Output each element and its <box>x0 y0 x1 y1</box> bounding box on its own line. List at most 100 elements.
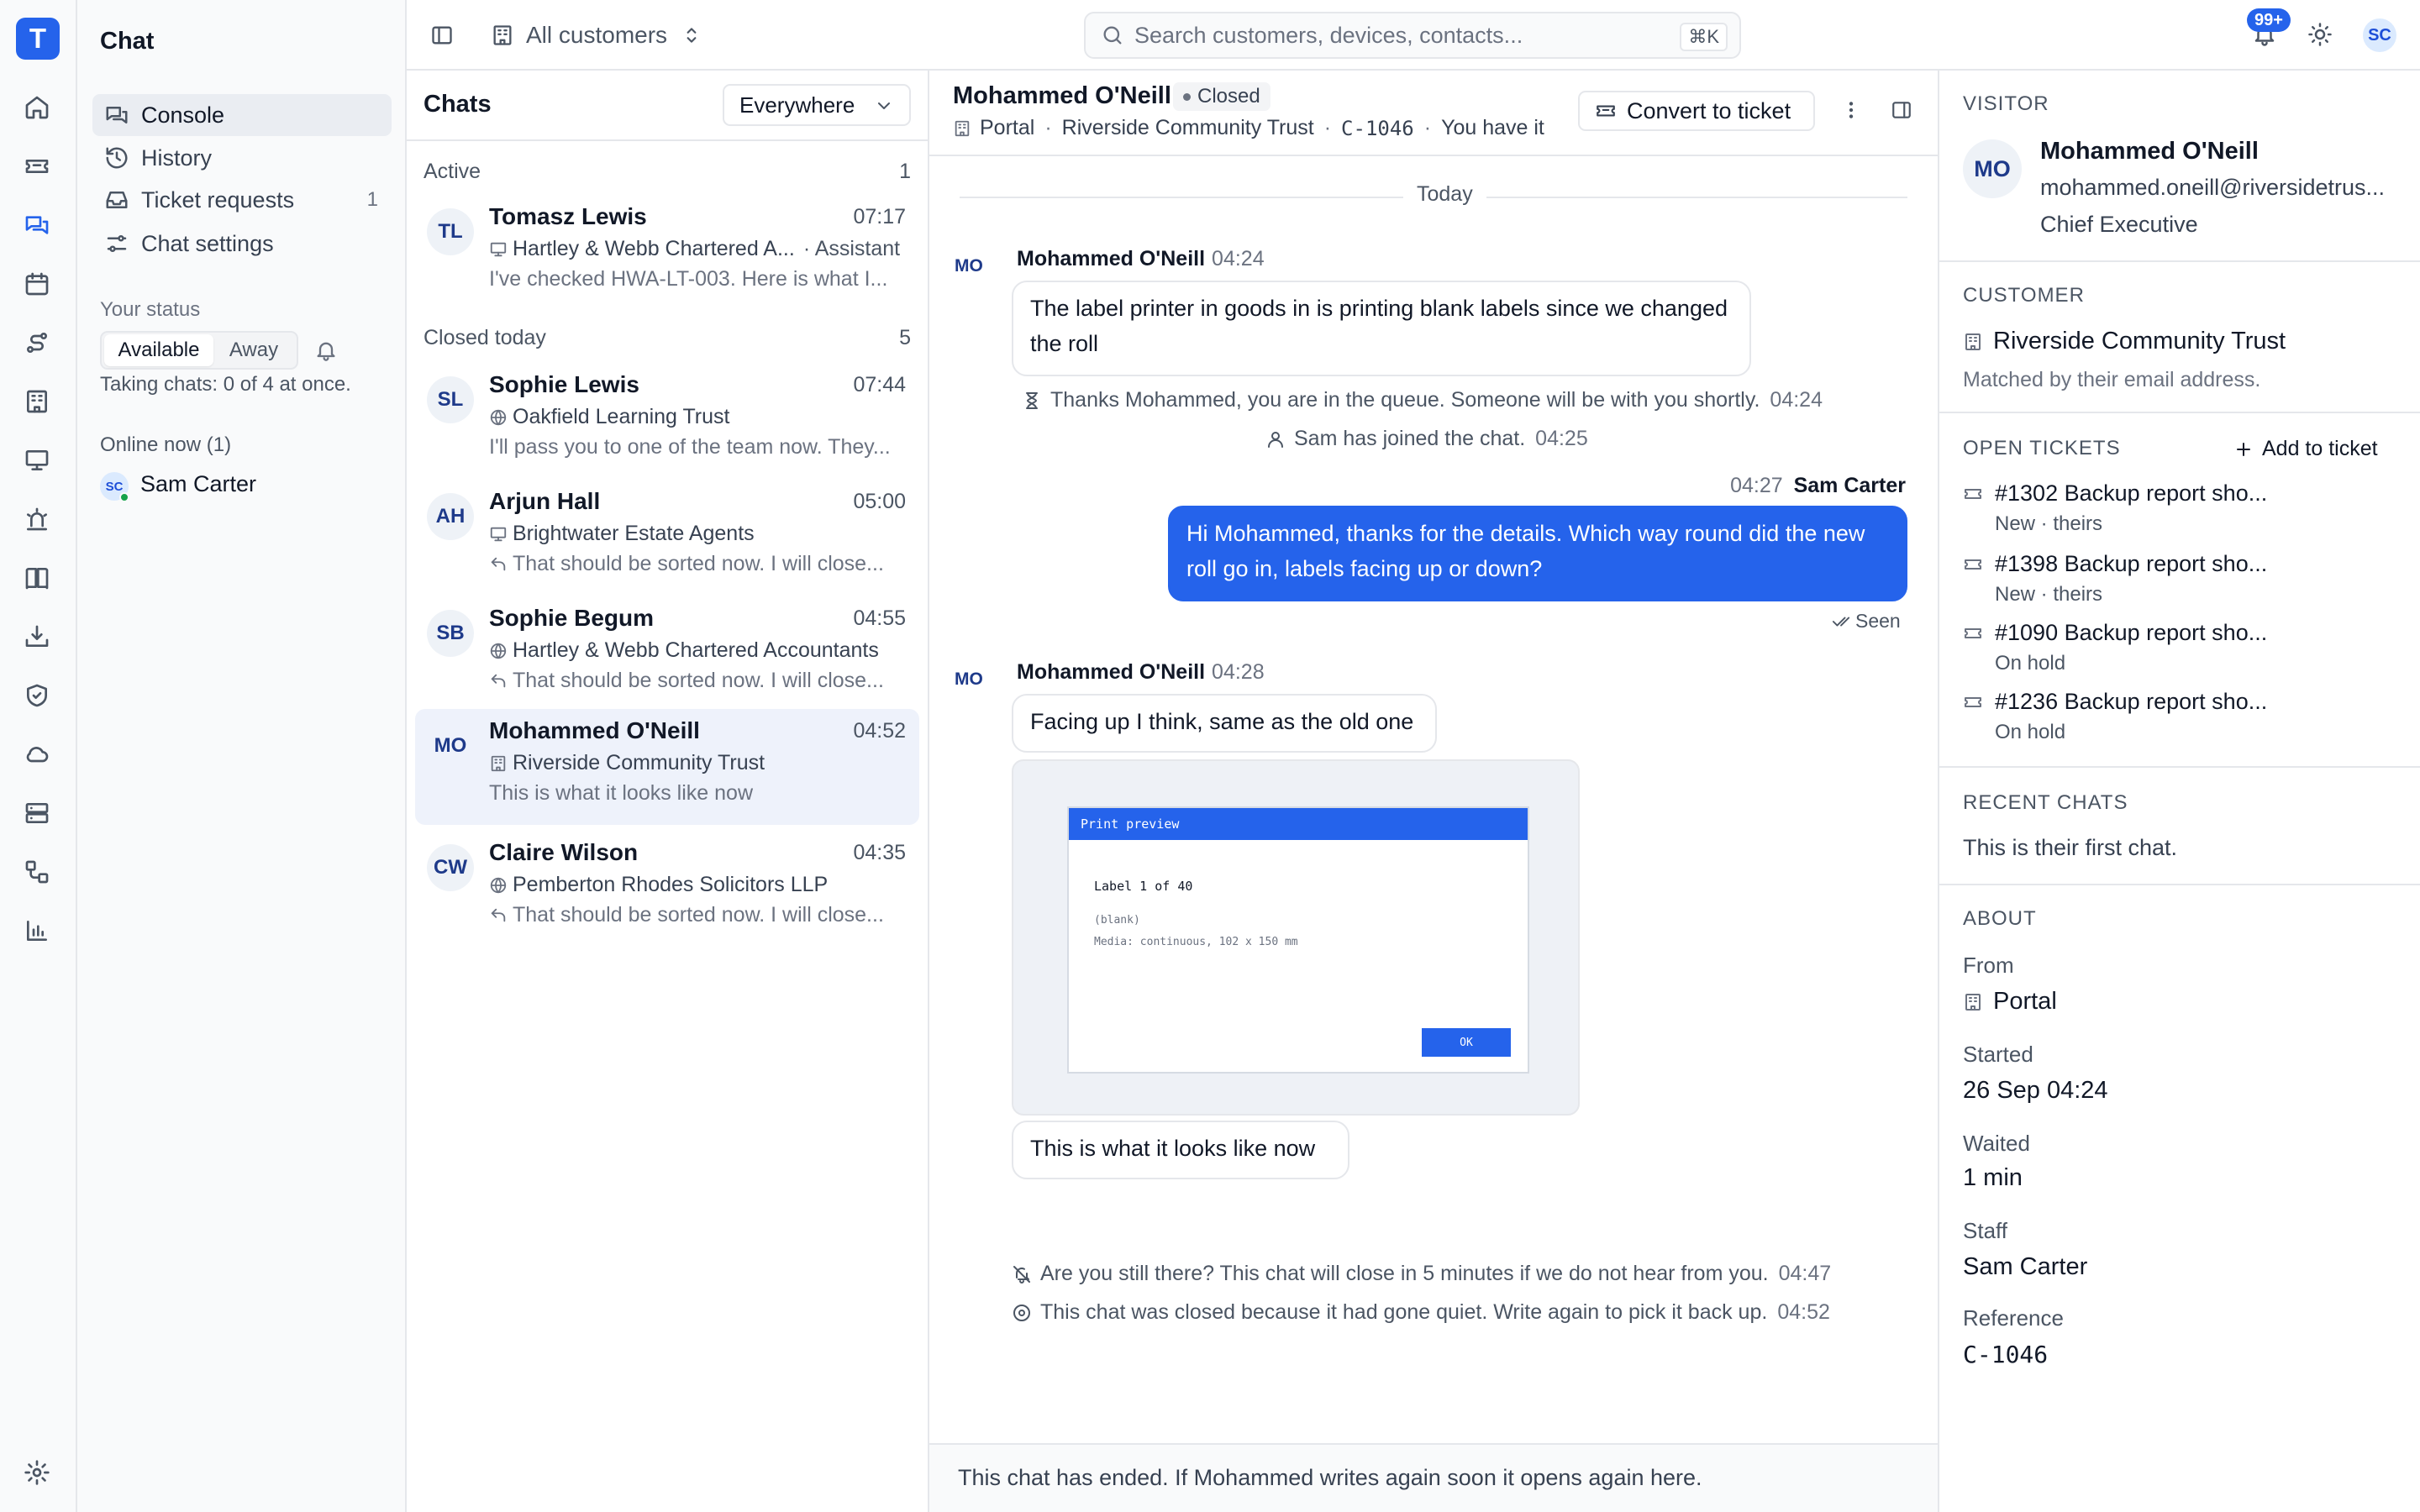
alert-siren-icon[interactable] <box>22 504 52 534</box>
visitor-name: Mohammed O'Neill <box>2040 138 2259 165</box>
chat-item-org-name: Riverside Community Trust <box>513 751 765 774</box>
download-tray-icon[interactable] <box>22 622 52 652</box>
preview-ok-button: OK <box>1422 1028 1511 1057</box>
system-time: 04:47 <box>1778 1262 1832 1285</box>
workflow-icon[interactable] <box>22 857 52 887</box>
customer-name[interactable]: Riverside Community Trust <box>1963 328 2286 355</box>
panel-right-icon[interactable] <box>1891 99 1912 121</box>
app-root: T Chat Console History Ticket requests 1… <box>0 0 2420 1512</box>
chat-item-org: Hartley & Webb Chartered Accountants <box>489 638 909 663</box>
app-logo[interactable]: T <box>16 18 60 60</box>
system-time: 04:25 <box>1535 427 1588 450</box>
notification-badge: 99+ <box>2247 8 2291 32</box>
chat-item-time: 07:44 <box>853 373 906 396</box>
theme-sun-icon[interactable] <box>2307 22 2333 47</box>
settings-gear-icon[interactable] <box>22 1457 52 1488</box>
about-value: Portal <box>1993 988 2057 1015</box>
conversation-footer: This chat has ended. If Mohammed writes … <box>929 1443 1938 1512</box>
message-time: 04:24 <box>1212 247 1265 270</box>
about-key: Started <box>1963 1042 2033 1067</box>
home-icon[interactable] <box>22 92 52 123</box>
visitor-email[interactable]: mohammed.oneill@riversidetrus... <box>2040 175 2410 201</box>
nav-console[interactable]: Console <box>92 94 392 136</box>
chat-item-preview: That should be sorted now. I will close.… <box>489 903 909 927</box>
section-label: CUSTOMER <box>1963 284 2085 307</box>
preview-title: Print preview <box>1069 808 1528 840</box>
message-author: Mohammed O'Neill <box>1017 660 1206 684</box>
building-icon <box>955 120 970 136</box>
shield-check-icon[interactable] <box>22 680 52 711</box>
ticket-icon[interactable] <box>22 151 52 181</box>
meta-customer[interactable]: Riverside Community Trust <box>1062 116 1314 140</box>
ticket-item[interactable]: #1236 Backup report sho... On hold <box>1963 689 2400 749</box>
building-icon[interactable] <box>22 386 52 417</box>
message-meta: Mohammed O'Neill 04:28 <box>1017 660 1265 685</box>
chat-item-mohammed-oneill[interactable]: MO Mohammed O'Neill 04:52 Riverside Comm… <box>415 709 919 825</box>
server-icon[interactable] <box>22 798 52 828</box>
day-label: Today <box>1403 182 1486 207</box>
calendar-icon[interactable] <box>22 269 52 299</box>
ticket-icon <box>1965 489 1981 499</box>
avatar: AH <box>427 493 474 540</box>
seen-text: Seen <box>1855 610 1901 632</box>
chat-item-sophie-lewis[interactable]: SL Sophie Lewis 07:44 Oakfield Learning … <box>415 363 919 479</box>
bell-off-icon <box>1013 1265 1030 1284</box>
chat-item-arjun-hall[interactable]: AH Arjun Hall 05:00 Brightwater Estate A… <box>415 480 919 596</box>
nav-chat-settings[interactable]: Chat settings <box>92 223 392 265</box>
globe-icon <box>490 877 507 893</box>
scope-dropdown[interactable]: Everywhere <box>723 84 911 126</box>
ticket-item[interactable]: #1090 Backup report sho... On hold <box>1963 620 2400 680</box>
check-double-icon <box>1832 617 1850 626</box>
about-staff: Sam Carter <box>1963 1253 2088 1280</box>
day-divider: Today <box>960 182 1907 207</box>
building-icon <box>1965 993 1981 1011</box>
nav-label: History <box>141 144 213 171</box>
chat-item-tomasz-lewis[interactable]: TL Tomasz Lewis 07:17 Hartley & Webb Cha… <box>415 195 919 311</box>
customer-name-text: Riverside Community Trust <box>1993 328 2286 354</box>
nav-ticket-requests[interactable]: Ticket requests 1 <box>92 179 392 221</box>
image-attachment[interactable]: Print preview Label 1 of 40 (blank) Medi… <box>1012 759 1580 1116</box>
chat-item-preview: I'll pass you to one of the team now. Th… <box>489 435 891 459</box>
chat-icon[interactable] <box>22 210 52 240</box>
book-icon[interactable] <box>22 563 52 593</box>
ticket-item[interactable]: #1302 Backup report sho... New · theirs <box>1963 480 2400 541</box>
building-icon <box>1965 333 1981 350</box>
convert-label: Convert to ticket <box>1627 97 1791 123</box>
add-to-ticket-button[interactable]: Add to ticket <box>2233 437 2378 461</box>
cloud-icon[interactable] <box>22 739 52 769</box>
search-bar[interactable]: Search customers, devices, contacts... ⌘… <box>1084 12 1741 59</box>
customer-filter-label: All customers <box>526 22 668 48</box>
message-bubble: Facing up I think, same as the old one <box>1012 694 1437 753</box>
chat-item-org: Brightwater Estate Agents <box>489 522 909 546</box>
group-label: Closed today <box>424 326 546 349</box>
message-author: Mohammed O'Neill <box>1017 247 1206 270</box>
more-vertical-icon[interactable] <box>1840 99 1862 121</box>
status-away[interactable]: Away <box>213 334 294 366</box>
bell-icon[interactable] <box>314 339 338 362</box>
chat-item-sophie-begum[interactable]: SB Sophie Begum 04:55 Hartley & Webb Cha… <box>415 596 919 712</box>
status-label: Your status <box>100 298 201 321</box>
user-avatar[interactable]: SC <box>2363 18 2396 52</box>
plus-icon <box>2237 442 2250 456</box>
chat-item-preview-text: That should be sorted now. I will close.… <box>513 669 884 692</box>
bar-chart-icon[interactable] <box>22 916 52 946</box>
sliders-icon <box>107 235 127 252</box>
sidebar-toggle-icon[interactable] <box>430 24 454 47</box>
convert-to-ticket-button[interactable]: Convert to ticket <box>1578 91 1815 131</box>
ticket-item[interactable]: #1398 Backup report sho... New · theirs <box>1963 551 2400 612</box>
monitor-icon[interactable] <box>22 445 52 475</box>
nav-history[interactable]: History <box>92 137 392 179</box>
ticket-title: #1398 Backup report sho... <box>1995 551 2268 576</box>
chat-list-header: Chats Everywhere <box>407 71 928 141</box>
status-available[interactable]: Available <box>104 334 213 366</box>
chat-item-claire-wilson[interactable]: CW Claire Wilson 04:35 Pemberton Rhodes … <box>415 831 919 947</box>
chat-item-time: 05:00 <box>853 490 906 513</box>
route-icon[interactable] <box>22 328 52 358</box>
search-input[interactable]: Search customers, devices, contacts... <box>1134 23 1523 49</box>
avatar: MO <box>955 256 983 276</box>
customer-filter[interactable]: All customers <box>491 18 702 52</box>
monitor-icon <box>490 242 507 256</box>
online-user-name[interactable]: Sam Carter <box>140 471 256 497</box>
chat-item-preview-text: That should be sorted now. I will close.… <box>513 903 884 927</box>
avatar: MO <box>1963 139 2022 198</box>
